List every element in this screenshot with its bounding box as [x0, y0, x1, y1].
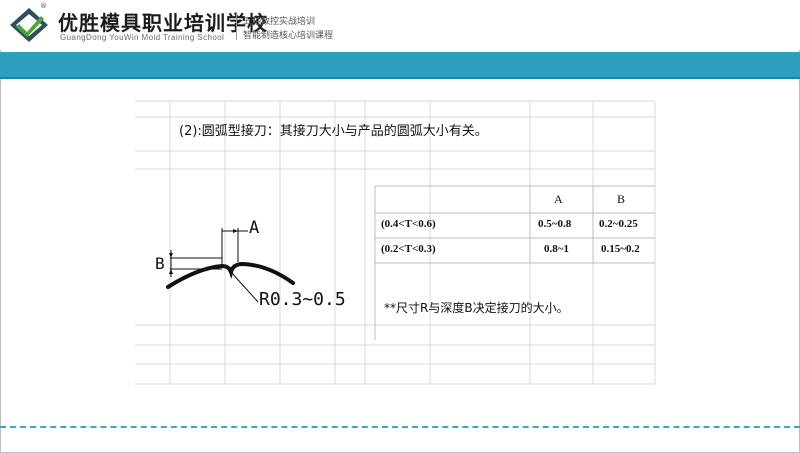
table-header-b: B: [617, 192, 626, 206]
footnote: **尺寸R与深度B决定接刀的大小。: [384, 301, 569, 315]
row2-value-a: 0.8~1: [544, 243, 569, 255]
table-header-a: A: [554, 192, 563, 206]
label-dimension-b: B: [155, 254, 165, 273]
row1-condition: (0.4<T<0.6): [381, 218, 436, 230]
row1-value-a: 0.5~0.8: [538, 218, 572, 230]
row1-value-b: 0.2~0.25: [599, 218, 638, 230]
row2-value-b: 0.15~0.2: [601, 243, 640, 255]
part-arc-profile: [166, 261, 295, 289]
footer-dashed-line: [0, 426, 800, 428]
row2-condition: (0.2<T<0.3): [381, 243, 436, 255]
radius-leader: [230, 271, 259, 303]
label-dimension-a: A: [249, 218, 260, 238]
label-radius: R0.3~0.5: [259, 289, 346, 310]
